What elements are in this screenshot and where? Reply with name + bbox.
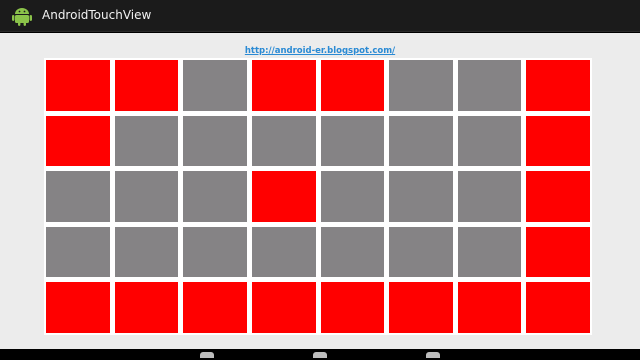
touch-grid[interactable] [44,58,592,335]
grid-cell-0-5[interactable] [389,60,453,111]
grid-cell-4-5[interactable] [389,282,453,333]
grid-cell-4-2[interactable] [183,282,247,333]
grid-cell-2-6[interactable] [457,171,522,222]
grid-cell-0-6[interactable] [457,60,522,111]
grid-cell-2-2[interactable] [183,171,247,222]
grid-cell-4-3[interactable] [251,282,316,333]
app-title: AndroidTouchView [42,8,152,22]
grid-cell-0-7[interactable] [526,60,590,111]
grid-cell-0-1[interactable] [114,60,179,111]
grid-cell-1-4[interactable] [320,115,385,167]
grid-cell-3-7[interactable] [526,226,590,278]
grid-cell-3-0[interactable] [46,226,110,278]
grid-cell-2-1[interactable] [114,171,179,222]
grid-cell-3-4[interactable] [320,226,385,278]
grid-cell-3-3[interactable] [251,226,316,278]
grid-cell-3-2[interactable] [183,226,247,278]
grid-cell-1-3[interactable] [251,115,316,167]
grid-cell-0-3[interactable] [251,60,316,111]
content-area: http://android-er.blogspot.com/ [0,33,640,349]
grid-cell-2-7[interactable] [526,171,590,222]
grid-cell-3-5[interactable] [389,226,453,278]
grid-cell-4-7[interactable] [526,282,590,333]
grid-cell-2-5[interactable] [389,171,453,222]
grid-cell-2-4[interactable] [320,171,385,222]
grid-cell-1-2[interactable] [183,115,247,167]
blog-link[interactable]: http://android-er.blogspot.com/ [0,46,640,56]
recents-icon[interactable] [426,352,440,358]
grid-cell-0-4[interactable] [320,60,385,111]
grid-cell-1-0[interactable] [46,115,110,167]
back-icon[interactable] [200,352,214,358]
home-icon[interactable] [313,352,327,358]
action-bar: AndroidTouchView [0,0,640,32]
grid-cell-4-6[interactable] [457,282,522,333]
grid-cell-3-6[interactable] [457,226,522,278]
grid-cell-2-0[interactable] [46,171,110,222]
android-robot-icon [12,8,32,26]
grid-cell-0-0[interactable] [46,60,110,111]
grid-cell-1-7[interactable] [526,115,590,167]
grid-cell-0-2[interactable] [183,60,247,111]
grid-cell-1-5[interactable] [389,115,453,167]
grid-cell-1-6[interactable] [457,115,522,167]
grid-cell-4-4[interactable] [320,282,385,333]
grid-cell-1-1[interactable] [114,115,179,167]
grid-cell-2-3[interactable] [251,171,316,222]
grid-cell-4-0[interactable] [46,282,110,333]
grid-cell-4-1[interactable] [114,282,179,333]
grid-cell-3-1[interactable] [114,226,179,278]
navigation-bar [0,349,640,360]
